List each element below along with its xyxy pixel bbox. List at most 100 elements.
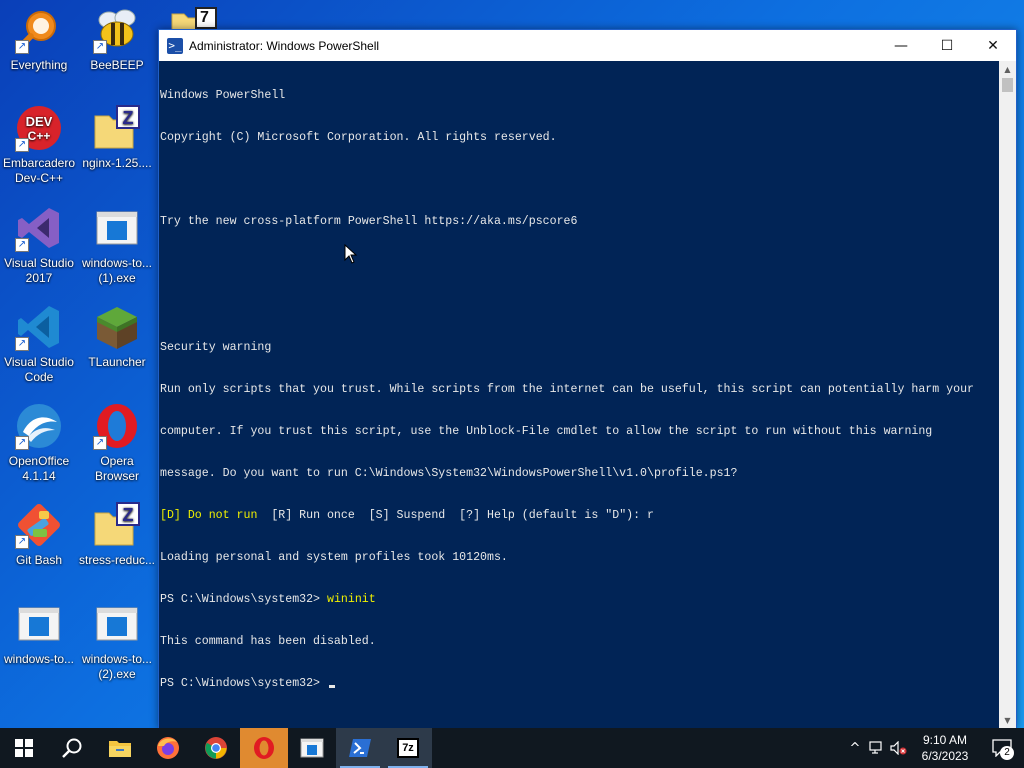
text-cursor xyxy=(328,685,335,688)
other-choices: [R] Run once [S] Suspend [?] Help (defau… xyxy=(257,509,654,522)
window-title: Administrator: Windows PowerShell xyxy=(189,38,380,53)
console-line: Copyright (C) Microsoft Corporation. All… xyxy=(160,131,557,144)
start-button[interactable] xyxy=(0,728,48,768)
scroll-down-arrow-icon[interactable]: ▼ xyxy=(999,712,1016,729)
desktop-icon-label: stress-reduc... xyxy=(78,553,156,567)
desktop-icon-label: Git Bash xyxy=(15,553,63,567)
zip-folder-icon: Z xyxy=(93,104,141,152)
network-monitor-icon xyxy=(869,741,882,754)
desktop-icon-tlauncher[interactable]: TLauncher xyxy=(78,303,156,370)
notification-count-badge: 2 xyxy=(1000,746,1014,760)
clock-time: 9:10 AM xyxy=(922,733,968,747)
close-button[interactable]: ✕ xyxy=(970,30,1016,61)
shortcut-arrow-icon: ↗ xyxy=(15,337,29,351)
prompt: PS C:\Windows\system32> xyxy=(160,677,327,690)
console-input-line[interactable]: PS C:\Windows\system32> xyxy=(160,677,999,691)
console-line: message. Do you want to run C:\Windows\S… xyxy=(160,467,738,480)
chrome-icon xyxy=(205,737,227,759)
desktop-icon-devcpp[interactable]: DEV C++ ↗ Embarcadero Dev-C++ xyxy=(0,104,78,186)
desktop-icon-opera[interactable]: ↗ Opera Browser xyxy=(78,402,156,484)
shortcut-arrow-icon: ↗ xyxy=(15,40,29,54)
action-center-button[interactable]: 2 xyxy=(980,728,1024,768)
desktop-icon-openoffice[interactable]: ↗ OpenOffice 4.1.14 xyxy=(0,402,78,484)
system-tray: ^ 9:10 AM 6/3/2023 2 xyxy=(844,728,1024,768)
desktop-icon-label: Visual Studio 2017 xyxy=(4,256,74,285)
svg-text:Z: Z xyxy=(123,505,134,525)
command-text: wininit xyxy=(326,593,376,606)
console-prompt-choice-line: [D] Do not run [R] Run once [S] Suspend … xyxy=(160,509,999,523)
console-line: This command has been disabled. xyxy=(160,635,376,648)
shortcut-arrow-icon: ↗ xyxy=(93,436,107,450)
git-icon: ↗ xyxy=(15,501,63,549)
search-button[interactable] xyxy=(48,728,96,768)
desktop-icon-7zip-folder[interactable]: 7 xyxy=(170,4,220,31)
everything-app-icon: ↗ xyxy=(15,6,63,54)
taskbar: 7z ^ 9:10 AM 6/3/2023 2 xyxy=(0,728,1024,768)
speaker-muted-icon xyxy=(890,741,907,755)
desktop-icon-stress-reduc[interactable]: Z stress-reduc... xyxy=(78,501,156,568)
desktop-icon-label: BeeBEEP xyxy=(90,58,144,72)
file-explorer-button[interactable] xyxy=(96,728,144,768)
shortcut-arrow-icon: ↗ xyxy=(15,138,29,152)
console-line: Loading personal and system profiles too… xyxy=(160,551,508,564)
volume-muted-icon[interactable] xyxy=(888,728,910,768)
exe-window-icon xyxy=(93,204,141,252)
minimize-button[interactable]: — xyxy=(878,30,924,61)
desktop-icon-beebeep[interactable]: ↗ BeeBEEP xyxy=(78,6,156,73)
7zip-button[interactable]: 7z xyxy=(384,728,432,768)
grass-block-icon xyxy=(93,303,141,351)
opera-button[interactable] xyxy=(240,728,288,768)
shortcut-arrow-icon: ↗ xyxy=(93,40,107,54)
desktop-icon-label: nginx-1.25.... xyxy=(82,156,152,170)
opera-icon xyxy=(254,737,274,759)
powershell-button[interactable] xyxy=(336,728,384,768)
console-line: computer. If you trust this script, use … xyxy=(160,425,933,438)
shortcut-arrow-icon: ↗ xyxy=(15,436,29,450)
desktop-icon-git-bash[interactable]: ↗ Git Bash xyxy=(0,501,78,568)
desktop-icon-label: Everything xyxy=(10,58,68,72)
bee-icon: ↗ xyxy=(93,6,141,54)
exe-window-icon xyxy=(300,738,324,758)
desktop-icon-everything[interactable]: ↗ Everything xyxy=(0,6,78,73)
vertical-scrollbar[interactable]: ▲ ▼ xyxy=(999,61,1016,729)
desktop-icon-windows-toolbox-2[interactable]: windows-to... (2).exe xyxy=(78,600,156,682)
shortcut-arrow-icon: ↗ xyxy=(15,238,29,252)
desktop-icon-windows-toolbox[interactable]: windows-to... xyxy=(0,600,78,667)
mouse-pointer-icon xyxy=(344,244,358,264)
folder-icon xyxy=(109,741,131,757)
show-hidden-icons-chevron-icon[interactable]: ^ xyxy=(844,728,866,768)
desktop-icon-nginx[interactable]: Z nginx-1.25.... xyxy=(78,104,156,171)
powershell-window[interactable]: >_ Administrator: Windows PowerShell — ☐… xyxy=(158,29,1017,729)
firefox-icon xyxy=(157,737,179,759)
scroll-up-arrow-icon[interactable]: ▲ xyxy=(999,61,1016,78)
desktop-icon-windows-toolbox-1[interactable]: windows-to... (1).exe xyxy=(78,204,156,286)
maximize-button[interactable]: ☐ xyxy=(924,30,970,61)
scroll-thumb[interactable] xyxy=(1002,78,1013,92)
console-command-line: PS C:\Windows\system32> wininit xyxy=(160,593,999,607)
desktop-icon-visual-studio-2017[interactable]: ↗ Visual Studio 2017 xyxy=(0,204,78,286)
prompt: PS C:\Windows\system32> xyxy=(160,593,327,606)
desktop-icon-label: OpenOffice 4.1.14 xyxy=(8,454,70,483)
firefox-button[interactable] xyxy=(144,728,192,768)
opera-icon: ↗ xyxy=(93,402,141,450)
chrome-button[interactable] xyxy=(192,728,240,768)
exe-window-icon xyxy=(15,600,63,648)
windows-toolbox-button[interactable] xyxy=(288,728,336,768)
console-output[interactable]: Windows PowerShell Copyright (C) Microso… xyxy=(159,61,999,729)
svg-text:Z: Z xyxy=(123,108,134,128)
powershell-icon: >_ xyxy=(167,37,183,54)
zip-folder-icon: Z xyxy=(93,501,141,549)
desktop-icon-label: Visual Studio Code xyxy=(4,355,74,384)
visual-studio-icon: ↗ xyxy=(15,204,63,252)
7zip-badge: 7 xyxy=(200,9,209,26)
clock[interactable]: 9:10 AM 6/3/2023 xyxy=(910,732,980,764)
window-titlebar[interactable]: >_ Administrator: Windows PowerShell — ☐… xyxy=(159,30,1016,61)
exe-window-icon xyxy=(93,600,141,648)
shortcut-arrow-icon: ↗ xyxy=(15,535,29,549)
network-icon[interactable] xyxy=(866,728,888,768)
desktop-icon-vscode[interactable]: ↗ Visual Studio Code xyxy=(0,303,78,385)
console-line: Run only scripts that you trust. While s… xyxy=(160,383,975,396)
desktop-icon-label: TLauncher xyxy=(88,355,146,369)
